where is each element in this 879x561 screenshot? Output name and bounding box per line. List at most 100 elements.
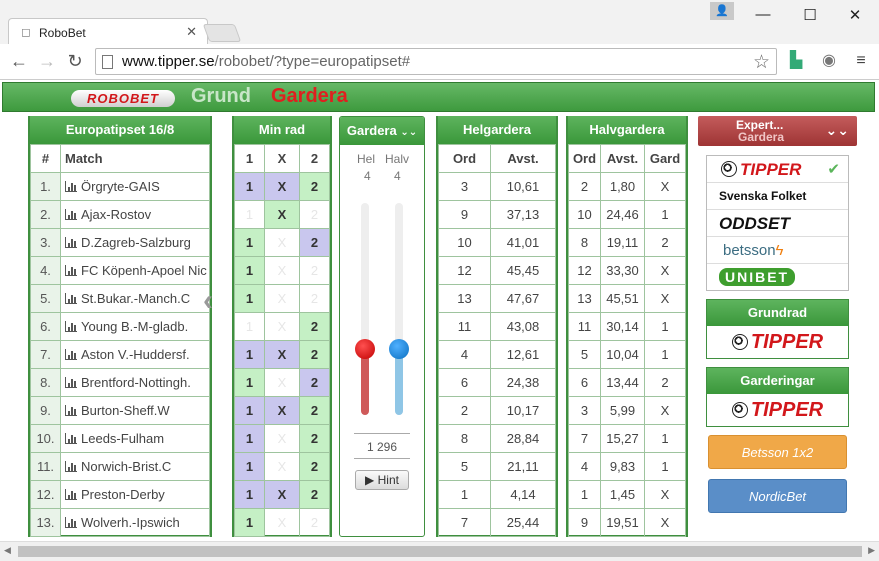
match-cell[interactable]: St.Bukar.-Manch.C: [60, 284, 210, 313]
outcome-cell[interactable]: 2: [299, 228, 330, 257]
outcome-cell[interactable]: 2: [299, 172, 330, 201]
match-cell[interactable]: Aston V.-Huddersf.: [60, 340, 210, 369]
stats-bar-icon[interactable]: [65, 433, 77, 444]
outcome-cell[interactable]: X: [263, 368, 301, 397]
horizontal-scrollbar[interactable]: ◀ ▶: [0, 541, 879, 561]
outcome-cell[interactable]: 1: [234, 284, 265, 313]
table-row[interactable]: 10. Leeds-Fulham: [30, 424, 210, 453]
match-cell[interactable]: Burton-Sheff.W: [60, 396, 210, 425]
bookmark-star-icon[interactable]: ☆: [753, 51, 770, 74]
outcome-cell[interactable]: 1: [234, 368, 265, 397]
expert-item-unibet[interactable]: UNIBET: [707, 264, 848, 291]
stats-bar-icon[interactable]: [65, 489, 77, 500]
stats-bar-icon[interactable]: [65, 181, 77, 192]
expert-dropdown[interactable]: Expert... Gardera ⌄⌄: [698, 116, 857, 146]
halv-slider-handle[interactable]: [389, 339, 409, 359]
match-cell[interactable]: Young B.-M-gladb.: [60, 312, 210, 341]
betsson-1x2-button[interactable]: Betsson 1x2: [708, 435, 847, 469]
outcome-cell[interactable]: X: [263, 396, 301, 425]
outcome-cell[interactable]: 1: [234, 396, 265, 425]
scroll-right-icon[interactable]: ▶: [868, 545, 875, 556]
outcome-cell[interactable]: 1: [234, 340, 265, 369]
outcome-cell[interactable]: 2: [299, 340, 330, 369]
outcome-cell[interactable]: 2: [299, 312, 330, 341]
outcome-cell[interactable]: 1: [234, 452, 265, 481]
stats-bar-icon[interactable]: [65, 461, 77, 472]
outcome-cell[interactable]: X: [263, 228, 301, 257]
back-icon[interactable]: ←: [8, 52, 30, 70]
outcome-cell[interactable]: 2: [299, 452, 330, 481]
stats-bar-icon[interactable]: [65, 517, 77, 528]
extension-circle-icon[interactable]: ◉: [818, 52, 840, 70]
table-row[interactable]: 8. Brentford-Nottingh.: [30, 368, 210, 397]
nordicbet-button[interactable]: NordicBet: [708, 479, 847, 513]
tab-gardera[interactable]: Gardera: [271, 85, 348, 108]
table-row[interactable]: 13. Wolverh.-Ipswich: [30, 508, 210, 537]
match-cell[interactable]: Ajax-Rostov: [60, 200, 210, 229]
close-tab-icon[interactable]: ✕: [186, 24, 197, 40]
address-bar[interactable]: www.tipper.se/robobet/?type=europatipset…: [95, 48, 777, 75]
match-cell[interactable]: Preston-Derby: [60, 480, 210, 509]
outcome-cell[interactable]: 2: [299, 480, 330, 509]
table-row[interactable]: 3. D.Zagreb-Salzburg: [30, 228, 210, 257]
outcome-cell[interactable]: 1: [234, 256, 265, 285]
tab-grund[interactable]: Grund: [191, 85, 251, 108]
maximize-icon[interactable]: ☐: [795, 6, 825, 24]
outcome-cell[interactable]: 2: [299, 368, 330, 397]
match-cell[interactable]: Wolverh.-Ipswich: [60, 508, 210, 537]
outcome-cell[interactable]: 1: [234, 228, 265, 257]
outcome-cell[interactable]: X: [263, 200, 301, 229]
garderingar-box[interactable]: Garderingar TIPPER: [706, 367, 849, 427]
url-text[interactable]: www.tipper.se/robobet/?type=europatipset…: [122, 53, 410, 70]
outcome-cell[interactable]: 2: [299, 256, 330, 285]
expert-item-tipper[interactable]: TIPPER ✔: [707, 156, 848, 183]
match-cell[interactable]: Brentford-Nottingh.: [60, 368, 210, 397]
chevron-left-icon[interactable]: ‹: [203, 284, 213, 318]
scroll-left-icon[interactable]: ◀: [4, 545, 11, 556]
stats-bar-icon[interactable]: [65, 377, 77, 388]
outcome-cell[interactable]: 2: [299, 396, 330, 425]
new-tab-button[interactable]: [202, 24, 242, 42]
outcome-cell[interactable]: 1: [234, 200, 265, 229]
match-cell[interactable]: D.Zagreb-Salzburg: [60, 228, 210, 257]
grundrad-box[interactable]: Grundrad TIPPER: [706, 299, 849, 359]
browser-tab[interactable]: ◻ RoboBet ✕: [8, 18, 208, 45]
match-cell[interactable]: Leeds-Fulham: [60, 424, 210, 453]
close-window-icon[interactable]: ✕: [840, 6, 870, 24]
minimize-icon[interactable]: —: [748, 6, 778, 23]
match-cell[interactable]: Örgryte-GAIS: [60, 172, 210, 201]
outcome-cell[interactable]: 1: [234, 424, 265, 453]
outcome-cell[interactable]: X: [263, 284, 301, 313]
table-row[interactable]: 6. Young B.-M-gladb.: [30, 312, 210, 341]
outcome-cell[interactable]: X: [263, 312, 301, 341]
forward-icon[interactable]: →: [36, 52, 58, 70]
table-row[interactable]: 7. Aston V.-Huddersf.: [30, 340, 210, 369]
outcome-cell[interactable]: X: [263, 508, 301, 537]
outcome-cell[interactable]: 1: [234, 172, 265, 201]
stats-bar-icon[interactable]: [65, 405, 77, 416]
outcome-cell[interactable]: X: [263, 424, 301, 453]
table-row[interactable]: 11. Norwich-Brist.C: [30, 452, 210, 481]
menu-icon[interactable]: ≡: [850, 52, 872, 70]
stats-bar-icon[interactable]: [65, 293, 77, 304]
outcome-cell[interactable]: 1: [234, 312, 265, 341]
expert-item-betsson[interactable]: betssonϟ: [707, 237, 848, 264]
outcome-cell[interactable]: X: [263, 256, 301, 285]
reload-icon[interactable]: ↻: [64, 52, 86, 70]
hint-button[interactable]: ▶ Hint: [355, 470, 409, 490]
outcome-cell[interactable]: 2: [299, 200, 330, 229]
stats-bar-icon[interactable]: [65, 349, 77, 360]
expert-item-oddset[interactable]: ODDSET: [707, 210, 848, 237]
extension-chart-icon[interactable]: ▙: [785, 52, 807, 70]
stats-bar-icon[interactable]: [65, 265, 77, 276]
outcome-cell[interactable]: 1: [234, 480, 265, 509]
match-cell[interactable]: Norwich-Brist.C: [60, 452, 210, 481]
stats-bar-icon[interactable]: [65, 237, 77, 248]
match-cell[interactable]: FC Köpenh-Apoel Nic: [60, 256, 210, 285]
table-row[interactable]: 5. St.Bukar.-Manch.C: [30, 284, 210, 313]
scrollbar-thumb[interactable]: [18, 546, 862, 557]
table-row[interactable]: 1. Örgryte-GAIS: [30, 172, 210, 201]
expert-item-svenska-folket[interactable]: Svenska Folket: [707, 183, 848, 210]
outcome-cell[interactable]: 1: [234, 508, 265, 537]
outcome-cell[interactable]: 2: [299, 424, 330, 453]
